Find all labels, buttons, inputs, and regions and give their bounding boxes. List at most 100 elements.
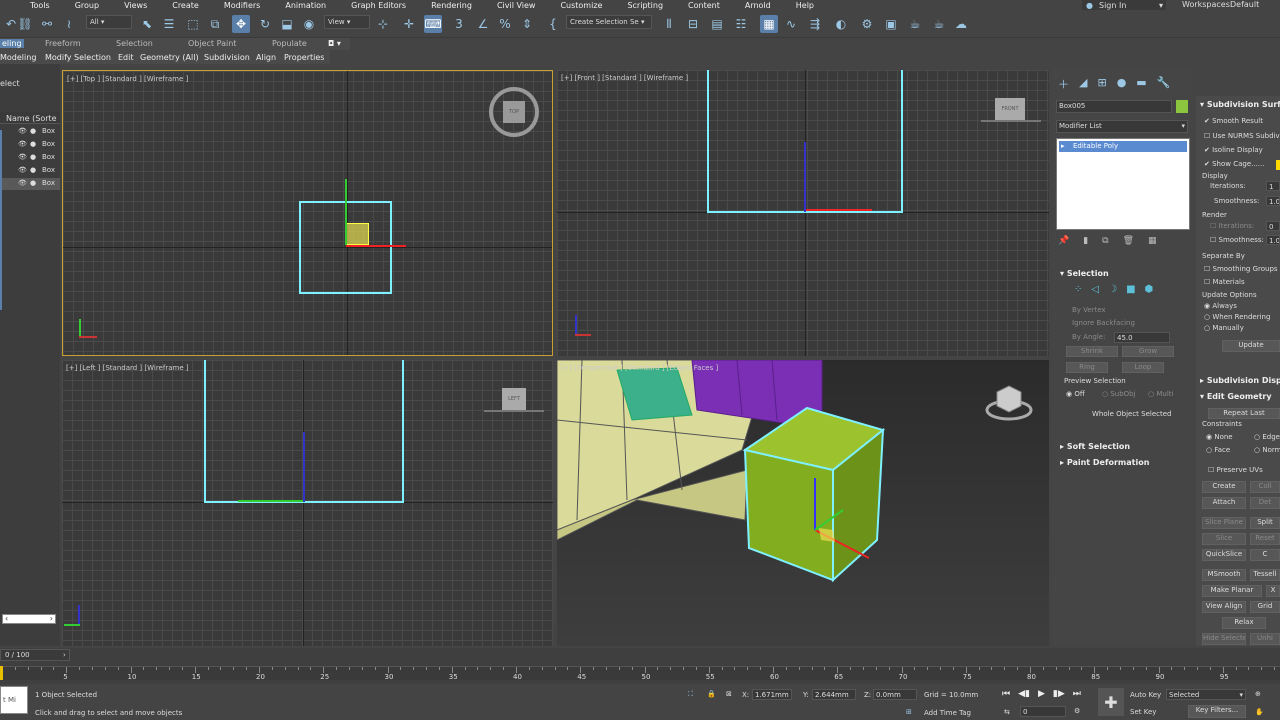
go-to-end-icon[interactable]: ⏭ xyxy=(1073,689,1081,699)
loop-button[interactable]: Loop xyxy=(1122,362,1164,373)
isolate-selection-icon[interactable]: ⛶ xyxy=(688,690,693,699)
go-to-start-icon[interactable]: ⏮ xyxy=(1002,689,1010,699)
select-manipulate-icon[interactable]: ✛ xyxy=(400,15,418,33)
ribbon-tab-object-paint[interactable]: Object Paint xyxy=(188,39,236,48)
auto-key-button[interactable]: Auto Key xyxy=(1130,691,1161,699)
cage-color-swatch[interactable] xyxy=(1276,160,1280,170)
ribbon-panel-geometry[interactable]: Geometry (All) xyxy=(140,53,199,62)
update-manually-radio[interactable]: ○ Manually xyxy=(1204,324,1244,332)
split-checkbox[interactable]: Split xyxy=(1250,517,1280,529)
angle-snap-icon[interactable]: ∠ xyxy=(474,15,492,33)
gizmo-x-axis[interactable] xyxy=(346,245,406,247)
menu-help[interactable]: Help xyxy=(796,1,814,10)
gizmo-z-axis-left[interactable] xyxy=(303,432,305,502)
subdivision-displacement-header[interactable]: ▸ Subdivision Displac xyxy=(1200,376,1280,385)
preview-subobj-radio[interactable]: ○ SubObj xyxy=(1102,390,1136,398)
named-selection-sets-dropdown[interactable]: Create Selection Se ▾ xyxy=(566,15,652,29)
render-smoothness-checkbox[interactable]: ☐ Smoothness: xyxy=(1210,236,1264,244)
make-unique-icon[interactable]: ⧉ xyxy=(1102,236,1108,246)
current-frame-field[interactable]: 0 xyxy=(1020,706,1066,717)
reset-plane-button[interactable]: Reset xyxy=(1250,533,1280,545)
grid-align-button[interactable]: Grid xyxy=(1250,601,1280,613)
materials-checkbox[interactable]: ☐ Materials xyxy=(1204,278,1245,286)
menu-modifiers[interactable]: Modifiers xyxy=(224,1,261,10)
scroll-left-icon[interactable]: ‹ xyxy=(5,614,8,623)
subdivision-surface-header[interactable]: ▾ Subdivision Surface xyxy=(1200,100,1280,109)
z-coordinate-field[interactable]: 0.0mm xyxy=(873,689,917,700)
viewport-label-left[interactable]: [+] [Left ] [Standard ] [Wireframe ] xyxy=(66,364,189,372)
visibility-eye-icon[interactable]: 👁 xyxy=(18,166,27,174)
track-bar[interactable]: 05101520253035404550556065707580859095 xyxy=(0,666,1280,681)
scene-explorer-toggle-icon[interactable]: ▤ xyxy=(708,15,726,33)
freeze-toggle-icon[interactable]: ● xyxy=(30,127,36,135)
add-time-tag-button[interactable]: Add Time Tag xyxy=(924,709,971,717)
menu-scripting[interactable]: Scripting xyxy=(627,1,663,10)
gizmo-y-axis-left[interactable] xyxy=(238,500,303,502)
ribbon-tab-populate[interactable]: Populate xyxy=(272,39,307,48)
keyboard-shortcut-override-icon[interactable]: ⌨ xyxy=(424,15,442,33)
visibility-eye-icon[interactable]: 👁 xyxy=(18,179,27,187)
render-setup-icon[interactable]: ⚙ xyxy=(858,15,876,33)
scroll-right-icon[interactable]: › xyxy=(50,614,53,623)
menu-tools[interactable]: Tools xyxy=(30,1,50,10)
ribbon-panel-align[interactable]: Align xyxy=(256,53,276,62)
workspace-dropdown[interactable]: Default xyxy=(1230,0,1259,9)
bind-space-warp-icon[interactable]: ≀ xyxy=(60,15,78,33)
border-icon[interactable]: ☽ xyxy=(1108,284,1117,295)
maxscript-mini-listener[interactable]: t Mi xyxy=(0,686,28,714)
ribbon-tab-freeform[interactable]: Freeform xyxy=(45,39,81,48)
render-iterations-checkbox[interactable]: ☐ Iterations: xyxy=(1210,222,1254,230)
freeze-toggle-icon[interactable]: ● xyxy=(30,140,36,148)
spinner-snap-icon[interactable]: ⇕ xyxy=(518,15,536,33)
select-by-name-icon[interactable]: ☰ xyxy=(160,15,178,33)
align-icon[interactable]: ⊟ xyxy=(684,15,702,33)
menu-rendering[interactable]: Rendering xyxy=(431,1,472,10)
menu-group[interactable]: Group xyxy=(75,1,99,10)
quickslice-button[interactable]: QuickSlice xyxy=(1202,549,1246,561)
scene-item[interactable]: 👁 ● Box xyxy=(0,178,60,190)
edit-geometry-header[interactable]: ▾ Edit Geometry xyxy=(1200,392,1272,401)
update-button[interactable]: Update xyxy=(1222,340,1280,352)
planar-x-button[interactable]: X xyxy=(1266,585,1280,597)
menu-animation[interactable]: Animation xyxy=(285,1,326,10)
scene-item[interactable]: 👁 ● Box xyxy=(0,139,60,151)
render-production-icon[interactable]: ☕ xyxy=(906,15,924,33)
ignore-backfacing-checkbox[interactable]: Ignore Backfacing xyxy=(1072,319,1135,327)
create-tab-icon[interactable]: ＋ xyxy=(1058,76,1069,92)
angle-spinner[interactable]: 45.0 xyxy=(1114,332,1170,343)
preserve-uvs-checkbox[interactable]: ☐ Preserve UVs xyxy=(1208,466,1263,474)
constraint-edge-radio[interactable]: ○ Edge xyxy=(1254,433,1280,441)
object-name-field[interactable]: Box005 xyxy=(1056,100,1172,113)
rect-selection-icon[interactable]: ⬚ xyxy=(184,15,202,33)
ribbon-tab-selection[interactable]: Selection xyxy=(116,39,153,48)
cut-button[interactable]: C xyxy=(1250,549,1280,561)
percent-snap-icon[interactable]: % xyxy=(496,15,514,33)
visibility-eye-icon[interactable]: 👁 xyxy=(18,153,27,161)
scene-item[interactable]: 👁 ● Box xyxy=(0,165,60,177)
menu-graph-editors[interactable]: Graph Editors xyxy=(351,1,406,10)
slice-button[interactable]: Slice xyxy=(1202,533,1246,545)
previous-frame-icon[interactable]: ◀▮ xyxy=(1018,689,1030,699)
attach-button[interactable]: Attach xyxy=(1202,497,1246,509)
edit-named-selections-icon[interactable]: { xyxy=(544,15,562,33)
ribbon-panel-subdivision[interactable]: Subdivision xyxy=(204,53,250,62)
isoline-display-checkbox[interactable]: ✔ Isoline Display xyxy=(1204,146,1263,154)
render-cloud-icon[interactable]: ☁ xyxy=(952,15,970,33)
smooth-result-checkbox[interactable]: ✔ Smooth Result xyxy=(1204,117,1263,125)
selection-filter-dropdown[interactable]: All ▾ xyxy=(86,15,132,29)
detach-button[interactable]: Det xyxy=(1250,497,1280,509)
key-mode-dropdown[interactable]: Selected ▾ xyxy=(1166,689,1246,700)
hierarchy-tab-icon[interactable]: ⊞ xyxy=(1097,76,1106,92)
render-iterative-icon[interactable]: ☕ xyxy=(930,15,948,33)
edge-icon[interactable]: ◁ xyxy=(1091,284,1099,295)
show-end-result-icon[interactable]: ▮ xyxy=(1083,236,1088,246)
unlink-icon[interactable]: ⚯ xyxy=(38,15,56,33)
sign-in-button[interactable]: ● Sign In ▾ xyxy=(1082,0,1166,10)
update-when-rendering-radio[interactable]: ○ When Rendering xyxy=(1204,313,1270,321)
make-planar-button[interactable]: Make Planar xyxy=(1202,585,1262,597)
polygon-icon[interactable]: ■ xyxy=(1126,284,1135,295)
paint-deformation-rollout-header[interactable]: ▸ Paint Deformation xyxy=(1060,458,1149,467)
menu-customize[interactable]: Customize xyxy=(560,1,602,10)
slice-plane-button[interactable]: Slice Plane xyxy=(1202,517,1246,529)
stack-item-editable-poly[interactable]: ▸ Editable Poly xyxy=(1059,141,1187,152)
